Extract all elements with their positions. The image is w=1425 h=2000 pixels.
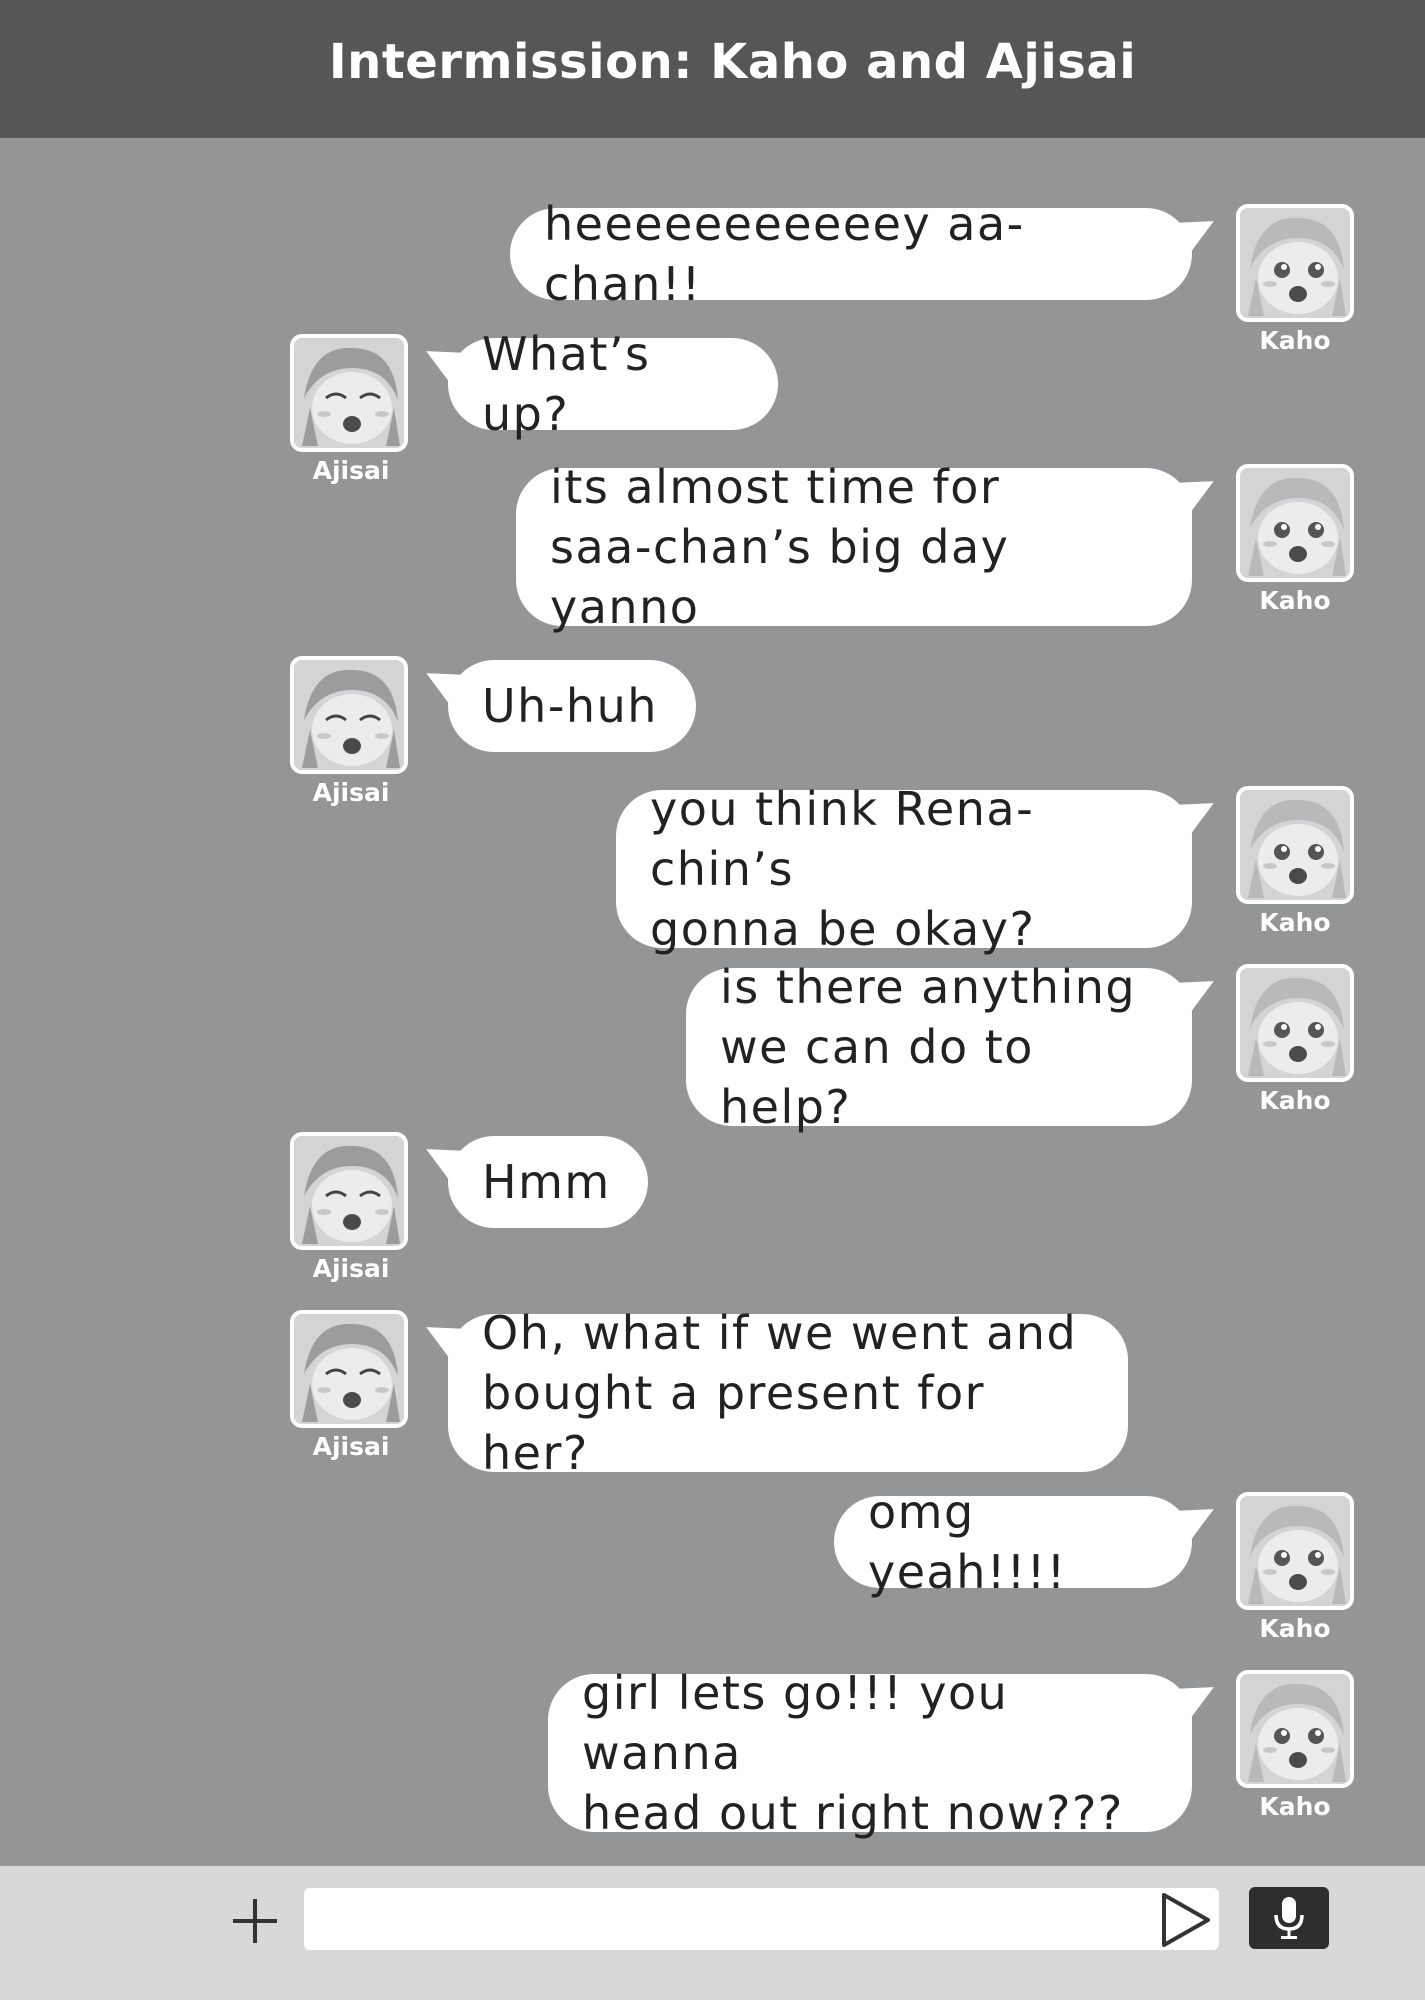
sender-name: Kaho <box>1259 1614 1331 1643</box>
avatar[interactable] <box>290 334 408 452</box>
avatar[interactable] <box>1236 786 1354 904</box>
message-text: you think Rena-chin’s gonna be okay? <box>650 782 1036 956</box>
message-text: its almost time for saa-chan’s big day y… <box>550 460 1010 634</box>
sender-name: Ajisai <box>312 456 390 485</box>
avatar-icon <box>1240 468 1350 578</box>
sender-name: Ajisai <box>312 1254 390 1283</box>
message-input[interactable] <box>304 1888 1219 1950</box>
avatar-icon <box>1240 208 1350 318</box>
voice-input-button[interactable] <box>1249 1887 1329 1949</box>
message-bubble[interactable]: its almost time for saa-chan’s big day y… <box>516 460 1192 634</box>
avatar-icon <box>1240 968 1350 1078</box>
message-text: heeeeeeeeeeey aa-chan!! <box>544 197 1025 311</box>
avatar-icon <box>1240 1496 1350 1606</box>
avatar[interactable] <box>1236 204 1354 322</box>
sender-name: Kaho <box>1259 326 1331 355</box>
message-text: girl lets go!!! you wanna head out right… <box>582 1666 1124 1840</box>
sender-name: Kaho <box>1259 1792 1331 1821</box>
avatar[interactable] <box>1236 964 1354 1082</box>
chat-header: Intermission: Kaho and Ajisai <box>0 0 1425 138</box>
message-bubble[interactable]: Hmm <box>448 1136 648 1228</box>
message-text: Oh, what if we went and bought a present… <box>482 1306 1078 1480</box>
message-bubble[interactable]: omg yeah!!!! <box>834 1485 1192 1599</box>
chat-title: Intermission: Kaho and Ajisai <box>328 34 1137 90</box>
sender-name: Ajisai <box>312 1432 390 1461</box>
avatar-icon <box>1240 790 1350 900</box>
avatar-icon <box>294 660 404 770</box>
avatar[interactable] <box>1236 1492 1354 1610</box>
sender-name: Kaho <box>1259 586 1331 615</box>
message-text: Hmm <box>482 1155 611 1209</box>
message-bubble[interactable]: Uh-huh <box>448 660 696 752</box>
microphone-icon <box>1274 1897 1304 1939</box>
avatar-icon <box>1240 1674 1350 1784</box>
avatar-icon <box>294 1136 404 1246</box>
avatar[interactable] <box>1236 464 1354 582</box>
message-bubble[interactable]: girl lets go!!! you wanna head out right… <box>548 1666 1192 1840</box>
add-attachment-button[interactable] <box>229 1893 285 1949</box>
message-text: Uh-huh <box>482 679 658 733</box>
message-text: is there anything we can do to help? <box>720 960 1137 1134</box>
sender-name: Kaho <box>1259 1086 1331 1115</box>
message-text: omg yeah!!!! <box>868 1485 1067 1599</box>
message-text: What’s up? <box>482 327 651 441</box>
avatar-icon <box>294 338 404 448</box>
message-bubble[interactable]: Oh, what if we went and bought a present… <box>448 1306 1128 1480</box>
message-bubble[interactable]: heeeeeeeeeeey aa-chan!! <box>510 197 1192 311</box>
avatar[interactable] <box>1236 1670 1354 1788</box>
message-bubble[interactable]: is there anything we can do to help? <box>686 960 1192 1134</box>
sender-name: Ajisai <box>312 778 390 807</box>
send-button[interactable] <box>1160 1892 1212 1948</box>
send-icon <box>1162 1893 1210 1947</box>
message-bubble[interactable]: What’s up? <box>448 327 778 441</box>
avatar[interactable] <box>290 656 408 774</box>
sender-name: Kaho <box>1259 908 1331 937</box>
avatar[interactable] <box>290 1132 408 1250</box>
avatar[interactable] <box>290 1310 408 1428</box>
message-bubble[interactable]: you think Rena-chin’s gonna be okay? <box>616 782 1192 956</box>
avatar-icon <box>294 1314 404 1424</box>
